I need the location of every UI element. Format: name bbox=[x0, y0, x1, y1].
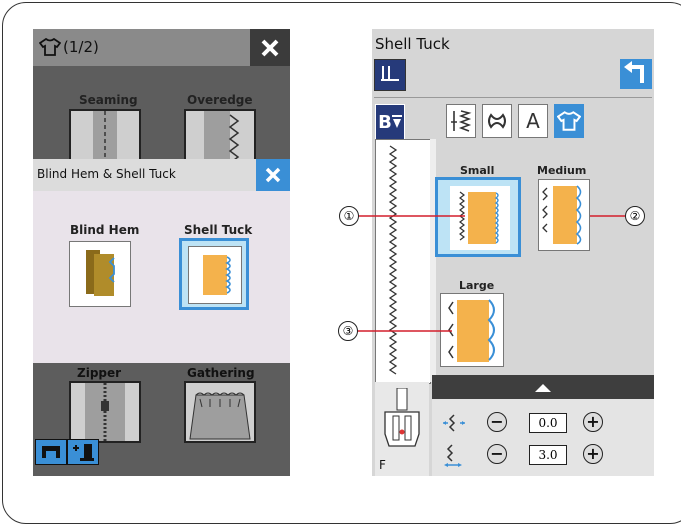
callout-2: ② bbox=[625, 206, 645, 226]
callout-3: ③ bbox=[338, 321, 358, 341]
callout-1: ① bbox=[339, 206, 359, 226]
callout-lines bbox=[356, 215, 625, 332]
